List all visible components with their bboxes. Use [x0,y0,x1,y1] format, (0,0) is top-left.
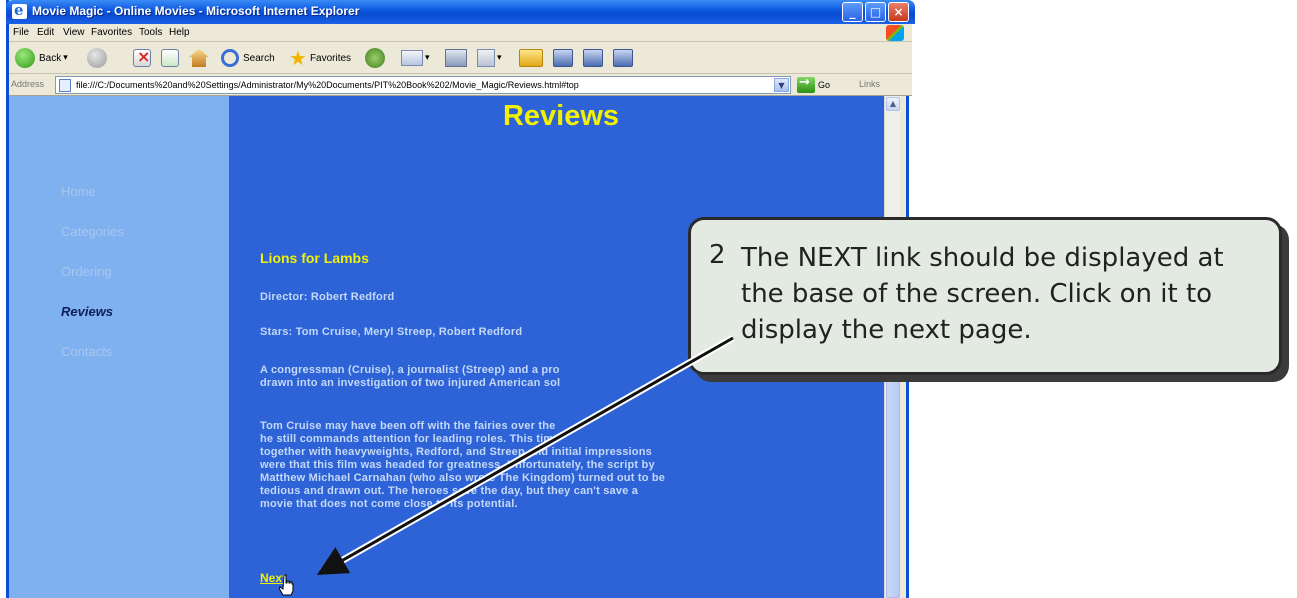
print-icon [445,49,467,67]
windows-logo-icon [886,25,904,41]
nav-categories[interactable]: Categories [61,224,124,239]
folder-icon [519,49,543,67]
page-icon [59,79,71,92]
menu-tools[interactable]: Tools [139,27,162,38]
address-url: file:///C:/Documents%20and%20Settings/Ad… [76,80,579,90]
ie-icon [12,1,27,19]
review-line: together with heavyweights, Redford, and… [260,446,652,458]
tools-button[interactable] [613,47,633,69]
back-label: Back [39,52,62,64]
film-title: Lions for Lambs [260,250,369,266]
maximize-button[interactable]: □ [865,2,886,22]
title-bar: Movie Magic - Online Movies - Microsoft … [6,0,915,24]
side-navigation: Home Categories Ordering Reviews Contact… [9,96,229,598]
research-icon [583,49,603,67]
menu-help[interactable]: Help [169,27,190,38]
home-button[interactable] [189,47,209,69]
review-line: were that this film was headed for great… [260,459,655,471]
print-button[interactable] [445,47,467,69]
star-icon: ★ [289,46,307,70]
messenger-icon [553,49,573,67]
edit-icon [477,49,495,67]
chevron-down-icon[interactable]: ▼ [774,78,789,92]
scroll-up-arrow-icon[interactable]: ▲ [886,97,900,111]
favorites-label: Favorites [309,52,352,64]
minimize-button[interactable]: _ [842,2,863,22]
stop-button[interactable] [133,47,151,69]
search-label: Search [243,52,275,64]
chevron-down-icon: ▾ [497,53,502,63]
menu-bar: File Edit View Favorites Tools Help [9,24,912,42]
window-title: Movie Magic - Online Movies - Microsoft … [32,4,360,18]
refresh-icon [161,49,179,67]
search-icon [221,49,239,67]
close-button[interactable]: × [888,2,909,22]
tools-icon [613,49,633,67]
chevron-down-icon: ▾ [425,53,430,63]
edit-button[interactable]: ▾ [477,47,502,69]
review-line: Matthew Michael Carnahan (who also wrote… [260,472,666,484]
go-arrow-icon [797,75,815,93]
callout-text: The NEXT link should be displayed at the… [741,243,1224,345]
menu-file[interactable]: File [13,27,29,38]
address-input[interactable]: file:///C:/Documents%20and%20Settings/Ad… [55,76,791,94]
refresh-button[interactable] [161,47,179,69]
go-label: Go [818,80,831,90]
menu-edit[interactable]: Edit [37,27,54,38]
mail-icon [401,50,423,66]
go-button[interactable]: Go [797,75,831,94]
review-line: tedious and drawn out. The heroes save t… [260,485,639,497]
favorites-button[interactable]: ★ Favorites [289,47,351,69]
mail-button[interactable]: ▾ [401,47,430,69]
research-button[interactable] [583,47,603,69]
nav-ordering[interactable]: Ordering [61,264,112,279]
nav-reviews[interactable]: Reviews [61,304,113,319]
hand-cursor-icon [279,574,294,596]
forward-arrow-icon [87,48,107,68]
toolbar: Back ▾ Search ★ Favorites ▾ [9,42,912,74]
review-line: movie that does not come close to its po… [260,498,518,510]
back-button[interactable]: Back ▾ [15,47,68,69]
media-icon [365,48,385,68]
menu-view[interactable]: View [63,27,85,38]
address-label: Address [11,79,45,89]
address-bar: Address file:///C:/Documents%20and%20Set… [9,74,912,96]
stop-icon [133,47,151,67]
nav-contacts[interactable]: Contacts [61,344,112,359]
home-icon [189,49,209,67]
nav-home[interactable]: Home [61,184,96,199]
search-button[interactable]: Search [221,47,275,69]
messenger-button[interactable] [553,47,573,69]
review-line: Tom Cruise may have been off with the fa… [260,420,556,432]
folder-button[interactable] [519,47,543,69]
forward-button[interactable] [87,47,107,69]
instruction-callout: 2 The NEXT link should be displayed at t… [688,217,1282,375]
chevron-down-icon: ▾ [63,53,68,63]
page-title: Reviews [502,100,620,132]
menu-favorites[interactable]: Favorites [91,27,132,38]
callout-step-number: 2 [709,240,726,270]
review-line: he still commands attention for leading … [260,433,560,445]
links-label[interactable]: Links [859,79,880,89]
media-button[interactable] [365,47,385,69]
back-arrow-icon [15,48,35,68]
